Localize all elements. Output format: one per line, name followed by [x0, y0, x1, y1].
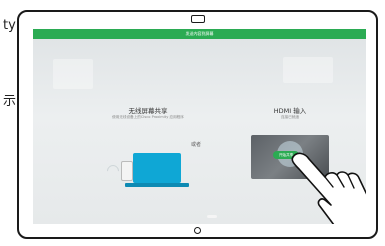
background-scene [283, 57, 333, 83]
top-bar: 发送内容到屏幕 [33, 29, 366, 39]
hdmi-input-description: 连接已就绪 [281, 115, 299, 119]
touch-panel-device: 发送内容到屏幕 无线屏幕共享 使用无线设备上的Cisco Proximity 应… [17, 10, 378, 239]
wireless-share-description: 使用无线设备上的Cisco Proximity 应用程序 [112, 115, 184, 119]
device-screen: 发送内容到屏幕 无线屏幕共享 使用无线设备上的Cisco Proximity 应… [33, 29, 366, 224]
wireless-share-title: 无线屏幕共享 [128, 107, 168, 115]
laptop-icon [125, 153, 189, 197]
home-button[interactable] [194, 227, 201, 234]
edge-text-fragment: ty [3, 18, 16, 33]
pointing-hand-icon [291, 152, 366, 224]
or-label: 或者 [191, 142, 202, 148]
wifi-icon [104, 162, 122, 180]
edge-text-fragment: 示 [3, 94, 17, 109]
background-scene [53, 59, 93, 89]
bottom-handle[interactable] [207, 215, 217, 218]
camera-icon [190, 15, 205, 23]
hdmi-input-title: HDMI 输入 [273, 107, 307, 115]
